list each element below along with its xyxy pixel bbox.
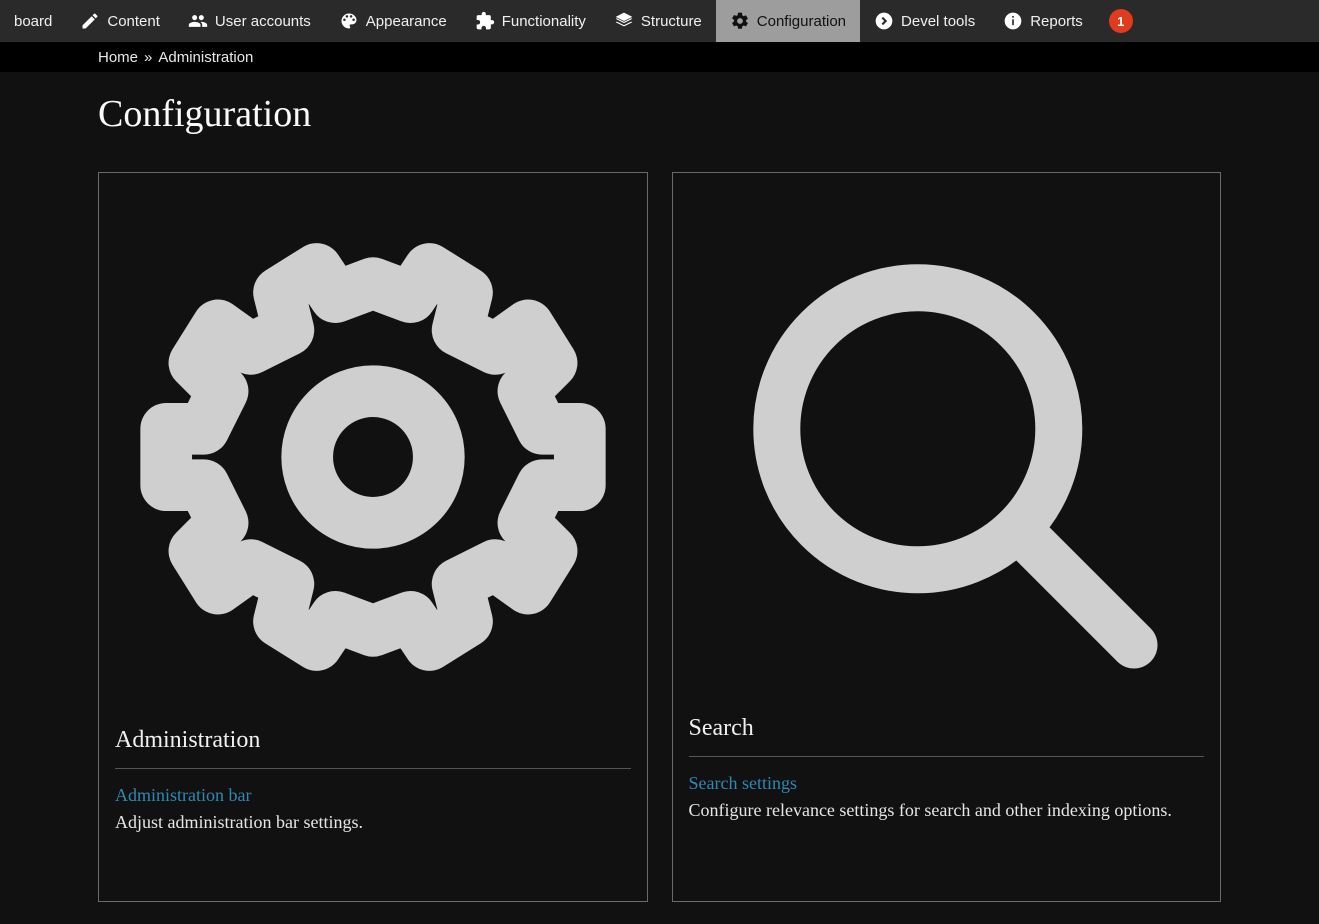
menu-label: Structure xyxy=(641,13,702,30)
breadcrumb-sep: » xyxy=(144,49,152,66)
pencil-icon xyxy=(80,11,100,31)
page-content: Configuration Administration Administrat… xyxy=(0,72,1319,902)
menu-item-dashboard[interactable]: board xyxy=(0,0,66,42)
menu-label: board xyxy=(14,13,52,30)
menu-label: Functionality xyxy=(502,13,586,30)
menu-label: Devel tools xyxy=(901,13,975,30)
menu-item-content[interactable]: Content xyxy=(66,0,174,42)
menu-item-reports[interactable]: Reports xyxy=(989,0,1097,42)
panel-heading: Administration xyxy=(115,727,631,769)
panel-administration: Administration Administration bar Adjust… xyxy=(98,172,648,902)
notification-badge[interactable]: 1 xyxy=(1109,9,1133,33)
menu-item-user-accounts[interactable]: User accounts xyxy=(174,0,325,42)
info-icon xyxy=(1003,11,1023,31)
page-title: Configuration xyxy=(98,92,1221,136)
menu-item-structure[interactable]: Structure xyxy=(600,0,716,42)
palette-icon xyxy=(339,11,359,31)
puzzle-icon xyxy=(475,11,495,31)
link-administration-bar[interactable]: Administration bar xyxy=(115,785,631,806)
menu-item-devel-tools[interactable]: Devel tools xyxy=(860,0,989,42)
menu-label: User accounts xyxy=(215,13,311,30)
link-search-settings[interactable]: Search settings xyxy=(689,773,1205,794)
users-icon xyxy=(188,11,208,31)
menu-item-functionality[interactable]: Functionality xyxy=(461,0,600,42)
search-large-icon xyxy=(689,187,1205,727)
menu-label: Appearance xyxy=(366,13,447,30)
menu-label: Content xyxy=(107,13,160,30)
admin-toolbar: board Content User accounts Appearance F… xyxy=(0,0,1319,42)
menu-item-configuration[interactable]: Configuration xyxy=(716,0,860,42)
menu-item-appearance[interactable]: Appearance xyxy=(325,0,461,42)
panel-heading: Search xyxy=(689,715,1205,757)
gear-icon xyxy=(730,11,750,31)
panel-desc: Adjust administration bar settings. xyxy=(115,812,631,833)
breadcrumb-current[interactable]: Administration xyxy=(158,49,253,66)
layers-icon xyxy=(614,11,634,31)
config-panels: Administration Administration bar Adjust… xyxy=(98,172,1221,902)
gear-large-icon xyxy=(115,187,631,727)
breadcrumb: Home » Administration xyxy=(0,42,1319,72)
panel-desc: Configure relevance settings for search … xyxy=(689,800,1205,821)
panel-search: Search Search settings Configure relevan… xyxy=(672,172,1222,902)
chevron-circle-icon xyxy=(874,11,894,31)
menu-label: Configuration xyxy=(757,13,846,30)
breadcrumb-home[interactable]: Home xyxy=(98,49,138,66)
menu-label: Reports xyxy=(1030,13,1083,30)
